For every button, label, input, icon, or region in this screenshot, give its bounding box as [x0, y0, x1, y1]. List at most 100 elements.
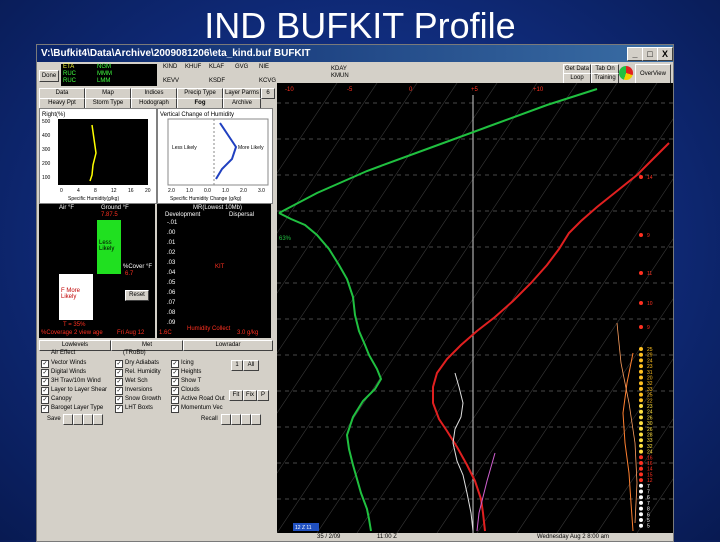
speed-label: 11	[647, 271, 652, 277]
checkbox-show-t[interactable]: ✓ Show T	[171, 378, 201, 386]
checkbox-inversions[interactable]: ✓ Inversions	[115, 387, 152, 395]
station-kevv[interactable]: KEVV	[163, 78, 179, 84]
tab-lowradar[interactable]: Lowradar	[183, 340, 273, 351]
station-nie[interactable]: NIE	[259, 64, 269, 70]
check-icon[interactable]: ✓	[171, 405, 179, 413]
x-top-label: -5	[347, 87, 353, 93]
station-kmun[interactable]: KMUN	[331, 73, 349, 79]
close-button[interactable]: X	[657, 47, 673, 61]
check-icon[interactable]: ✓	[115, 378, 123, 386]
tab-met[interactable]: Met	[111, 340, 183, 351]
check-icon[interactable]: ✓	[171, 396, 179, 404]
checkbox-label: Digital Winds	[51, 369, 87, 375]
checkbox-lht-boxts[interactable]: ✓ LHT Boxts	[115, 405, 153, 413]
checkbox-icing[interactable]: ✓ Icing	[171, 360, 194, 368]
skewt-chart: -10-50+5+10 -30-20-100102030 14911109252…	[277, 83, 673, 541]
checkbox-3h-trav-10m-wind[interactable]: ✓ 3H Trav/10m Wind	[41, 378, 101, 386]
model-item[interactable]: LMM	[97, 78, 110, 84]
check-icon[interactable]: ✓	[115, 405, 123, 413]
checkbox-momentum-vec[interactable]: ✓ Momentum Vec	[171, 405, 223, 413]
checkbox-digital-winds[interactable]: ✓ Digital Winds	[41, 369, 86, 377]
station-kind[interactable]: KIND	[163, 64, 177, 70]
hum-xtick: 3.0	[258, 188, 265, 194]
slot-button[interactable]	[73, 414, 83, 425]
check-icon[interactable]: ✓	[41, 387, 49, 395]
x-top-label: +10	[533, 87, 544, 93]
speed-label: 14	[647, 175, 653, 181]
air-likely-box: F More Likely	[59, 274, 93, 320]
slot-button[interactable]	[251, 414, 261, 425]
check-icon[interactable]: ✓	[41, 369, 49, 377]
model-item[interactable]: MMM	[97, 71, 112, 77]
slot-button[interactable]	[221, 414, 231, 425]
x-top-label: +5	[471, 87, 479, 93]
wind-marker	[639, 449, 643, 454]
reset-button[interactable]: Reset	[125, 290, 149, 301]
checkbox-vector-winds[interactable]: ✓ Vector Winds	[41, 360, 86, 368]
checkbox-label: LHT Boxts	[125, 405, 153, 411]
station-gvg[interactable]: GVG	[235, 64, 248, 70]
check-icon[interactable]: ✓	[115, 360, 123, 368]
checkbox-layer-to-layer-shear[interactable]: ✓ Layer to Layer Shear	[41, 387, 107, 395]
wind-marker	[639, 506, 643, 511]
speed-label: 10	[647, 301, 653, 307]
station-kday[interactable]: KDAY	[331, 66, 347, 72]
rh-ylabel: 100	[42, 175, 51, 181]
checkbox-snow-growth[interactable]: ✓ Snow Growth	[115, 396, 161, 404]
all-button[interactable]: All	[243, 360, 259, 371]
mr-ytick: .09	[167, 320, 176, 326]
checkbox-active-road-out[interactable]: ✓ Active Road Out	[171, 396, 225, 404]
p-button[interactable]: P	[257, 390, 269, 401]
model-item[interactable]: RUC	[63, 78, 76, 84]
station-klaf[interactable]: KLAF	[209, 64, 224, 70]
model-list[interactable]: ETA RUC RUC NGM MMM LMM	[61, 64, 157, 86]
slot-button[interactable]	[93, 414, 103, 425]
check-icon[interactable]: ✓	[41, 405, 49, 413]
minimize-button[interactable]: _	[627, 47, 643, 61]
check-icon[interactable]: ✓	[41, 378, 49, 386]
wind-marker	[639, 369, 643, 374]
slot-button[interactable]	[231, 414, 241, 425]
station-ksdf[interactable]: KSDF	[209, 78, 225, 84]
checkbox-canopy[interactable]: ✓ Canopy	[41, 396, 72, 404]
check-icon[interactable]: ✓	[41, 360, 49, 368]
check-icon[interactable]: ✓	[171, 360, 179, 368]
checkbox-wet-sch[interactable]: ✓ Wet Sch	[115, 378, 148, 386]
station-khuf[interactable]: KHUF	[185, 64, 201, 70]
wind-marker	[639, 404, 643, 408]
model-item[interactable]: RUC	[63, 71, 76, 77]
maximize-button[interactable]: □	[642, 47, 658, 61]
checkbox-dry-adiabats[interactable]: ✓ Dry Adiabats	[115, 360, 159, 368]
check-icon[interactable]: ✓	[115, 387, 123, 395]
check-icon[interactable]: ✓	[115, 396, 123, 404]
tab-6[interactable]: 6	[261, 88, 275, 99]
checkbox-baroget-layer-type[interactable]: ✓ Baroget Layer Type	[41, 405, 103, 413]
check-icon[interactable]: ✓	[171, 369, 179, 377]
done-button[interactable]: Done	[39, 70, 59, 82]
slot-button[interactable]	[63, 414, 73, 425]
checkbox-label: Icing	[181, 360, 194, 366]
station-kcvg[interactable]: KCVG	[259, 78, 276, 84]
checkbox-heights[interactable]: ✓ Heights	[171, 369, 201, 377]
rh-ylabel: 500	[42, 119, 51, 125]
fix-button[interactable]: Fix	[243, 390, 257, 401]
check-icon[interactable]: ✓	[171, 378, 179, 386]
checkbox-rel-humidity[interactable]: ✓ Rel. Humidity	[115, 369, 161, 377]
check-icon[interactable]: ✓	[171, 387, 179, 395]
checkbox-label: Clouds	[181, 387, 200, 393]
check-icon[interactable]: ✓	[41, 396, 49, 404]
overview-button[interactable]: OverView	[635, 64, 671, 84]
wind-marker	[639, 432, 643, 437]
checkbox-label: Active Road Out	[181, 396, 225, 402]
model-item[interactable]: NGM	[97, 64, 111, 70]
model-item[interactable]: ETA	[63, 64, 74, 70]
cover-value: 6.7	[125, 271, 134, 277]
slot-button[interactable]	[83, 414, 93, 425]
fit-button[interactable]: Fit	[229, 390, 243, 401]
wind-marker	[639, 443, 643, 448]
checkbox-clouds[interactable]: ✓ Clouds	[171, 387, 200, 395]
num-button-1[interactable]: 1	[231, 360, 243, 371]
globe-icon[interactable]	[619, 66, 633, 80]
check-icon[interactable]: ✓	[115, 369, 123, 377]
slot-button[interactable]	[241, 414, 251, 425]
